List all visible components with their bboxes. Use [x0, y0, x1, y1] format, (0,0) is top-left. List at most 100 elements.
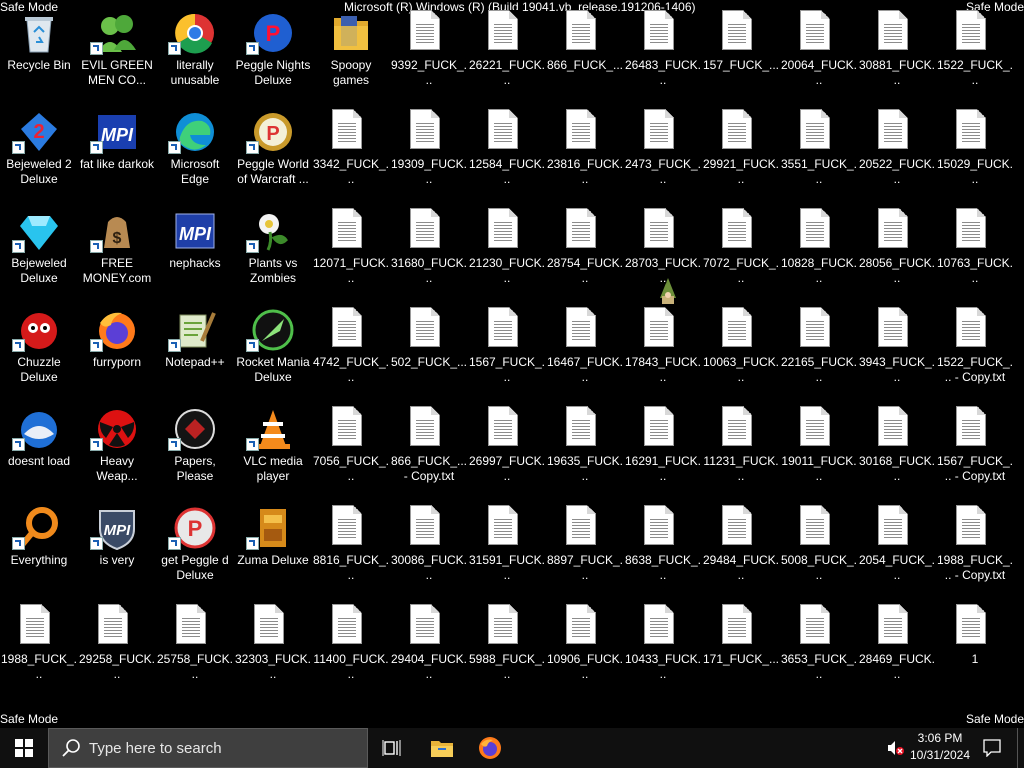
text-file-icon-item[interactable]: 31680_FUCK...	[390, 200, 468, 292]
desktop-shortcut[interactable]: MPI fat like darkok	[78, 101, 156, 193]
text-file-icon-item[interactable]: 10828_FUCK...	[780, 200, 858, 292]
text-file-icon-item[interactable]: 866_FUCK_...	[546, 2, 624, 94]
text-file-icon-item[interactable]: 502_FUCK_...	[390, 299, 468, 391]
text-file-icon-item[interactable]: 171_FUCK_...	[702, 596, 780, 688]
desktop-shortcut[interactable]: Zuma Deluxe	[234, 497, 312, 589]
text-file-icon-item[interactable]: 8816_FUCK_...	[312, 497, 390, 589]
desktop-shortcut[interactable]: Chuzzle Deluxe	[0, 299, 78, 391]
text-file-icon-item[interactable]: 3	[1014, 299, 1024, 391]
desktop-shortcut[interactable]: P Peggle Nights Deluxe	[234, 2, 312, 94]
desktop-shortcut[interactable]: Pget Peggle d Deluxe	[156, 497, 234, 589]
text-file-icon-item[interactable]: 12071_FUCK...	[312, 200, 390, 292]
text-file-icon-item[interactable]: 2054_FUCK_...	[858, 497, 936, 589]
text-file-icon-item[interactable]: 1567_FUCK_... - Copy.txt	[936, 398, 1014, 490]
desktop-shortcut[interactable]: Notepad++	[156, 299, 234, 391]
text-file-icon-item[interactable]: 2473_FUCK_...	[624, 101, 702, 193]
text-file-icon-item[interactable]: 8897_FUCK_...	[546, 497, 624, 589]
text-file-icon-item[interactable]: 17843_FUCK...	[624, 299, 702, 391]
text-file-icon-item[interactable]: 28754_FUCK...	[546, 200, 624, 292]
desktop-shortcut[interactable]: P Peggle World of Warcraft ...	[234, 101, 312, 193]
text-file-icon-item[interactable]: 10433_FUCK...	[624, 596, 702, 688]
text-file-icon-item[interactable]: 8638_FUCK_...	[624, 497, 702, 589]
text-file-icon-item[interactable]: 1988_FUCK_...	[0, 596, 78, 688]
desktop-shortcut[interactable]: Heavy Weap...	[78, 398, 156, 490]
text-file-icon-item[interactable]: 32303_FUCK...	[234, 596, 312, 688]
text-file-icon-item[interactable]: 26997_FUCK...	[468, 398, 546, 490]
text-file-icon-item[interactable]: 28703_FUCK...	[624, 200, 702, 292]
desktop-shortcut[interactable]: Papers, Please	[156, 398, 234, 490]
text-file-icon-item[interactable]: 12584_FUCK...	[468, 101, 546, 193]
text-file-icon-item[interactable]: 2	[1014, 398, 1024, 490]
text-file-icon-item[interactable]: 5988_FUCK_...	[468, 596, 546, 688]
text-file-icon-item[interactable]: 3	[1014, 200, 1024, 292]
text-file-icon-item[interactable]: 25758_FUCK...	[156, 596, 234, 688]
text-file-icon-item[interactable]: 30086_FUCK...	[390, 497, 468, 589]
text-file-icon-item[interactable]: 3	[1014, 101, 1024, 193]
text-file-icon-item[interactable]: 26221_FUCK...	[468, 2, 546, 94]
desktop-shortcut[interactable]: EVIL GREEN MEN CO...	[78, 2, 156, 94]
text-file-icon-item[interactable]: 1567_FUCK_...	[468, 299, 546, 391]
desktop-shortcut[interactable]: literally unusable	[156, 2, 234, 94]
text-file-icon-item[interactable]: 7072_FUCK_...	[702, 200, 780, 292]
text-file-icon-item[interactable]: 10763_FUCK...	[936, 200, 1014, 292]
text-file-icon-item[interactable]: 29258_FUCK...	[78, 596, 156, 688]
desktop-folder[interactable]: Spoopy games	[312, 2, 390, 94]
text-file-icon-item[interactable]: 29921_FUCK...	[702, 101, 780, 193]
text-file-icon-item[interactable]: 30881_FUCK...	[858, 2, 936, 94]
start-button[interactable]	[0, 728, 48, 768]
text-file-icon-item[interactable]: 29404_FUCK...	[390, 596, 468, 688]
text-file-icon-item[interactable]: 5008_FUCK_...	[780, 497, 858, 589]
firefox-taskbar-button[interactable]	[466, 728, 514, 768]
file-explorer-button[interactable]	[418, 728, 466, 768]
search-box[interactable]: Type here to search	[48, 728, 368, 768]
text-file-icon-item[interactable]: 23816_FUCK...	[546, 101, 624, 193]
text-file-icon-item[interactable]: 22165_FUCK...	[780, 299, 858, 391]
text-file-icon-item[interactable]: 10063_FUCK...	[702, 299, 780, 391]
desktop-shortcut[interactable]: MPI is very	[78, 497, 156, 589]
desktop-shortcut[interactable]: Bejeweled Deluxe	[0, 200, 78, 292]
text-file-icon-item[interactable]: 16291_FUCK...	[624, 398, 702, 490]
action-center-button[interactable]	[978, 728, 1006, 768]
text-file-icon-item[interactable]: 2	[1014, 2, 1024, 94]
text-file-icon-item[interactable]: 11400_FUCK...	[312, 596, 390, 688]
text-file-icon-item[interactable]: 9392_FUCK_...	[390, 2, 468, 94]
desktop-shortcut[interactable]: Plants vs Zombies	[234, 200, 312, 292]
text-file-icon-item[interactable]: 28469_FUCK...	[858, 596, 936, 688]
text-file-icon-item[interactable]: 11231_FUCK...	[702, 398, 780, 490]
text-file-icon-item[interactable]: 26483_FUCK...	[624, 2, 702, 94]
desktop-shortcut[interactable]: 2 Bejeweled 2 Deluxe	[0, 101, 78, 193]
show-desktop-button[interactable]	[1017, 728, 1024, 768]
text-file-icon-item[interactable]: 19011_FUCK...	[780, 398, 858, 490]
text-file-icon-item[interactable]: 28056_FUCK...	[858, 200, 936, 292]
task-view-button[interactable]	[368, 728, 416, 768]
text-file-icon-item[interactable]: 29484_FUCK...	[702, 497, 780, 589]
text-file-icon-item[interactable]: 3551_FUCK_...	[780, 101, 858, 193]
desktop-shortcut[interactable]: Rocket Mania Deluxe	[234, 299, 312, 391]
text-file-icon-item[interactable]: 20522_FUCK...	[858, 101, 936, 193]
text-file-icon-item[interactable]: 15029_FUCK...	[936, 101, 1014, 193]
text-file-icon-item[interactable]: 157_FUCK_...	[702, 2, 780, 94]
desktop-shortcut[interactable]: Everything	[0, 497, 78, 589]
text-file-icon-item[interactable]: 31591_FUCK...	[468, 497, 546, 589]
text-file-icon-item[interactable]: 7056_FUCK_...	[312, 398, 390, 490]
text-file-icon-item[interactable]: 866_FUCK_... - Copy.txt	[390, 398, 468, 490]
taskbar-clock[interactable]: 3:06 PM 10/31/2024	[908, 730, 972, 764]
text-file-icon-item[interactable]: 21230_FUCK...	[468, 200, 546, 292]
text-file-icon-item[interactable]: 19309_FUCK...	[390, 101, 468, 193]
text-file-icon-item[interactable]: 1988_FUCK_... - Copy.txt	[936, 497, 1014, 589]
text-file-icon-item[interactable]: 19635_FUCK...	[546, 398, 624, 490]
desktop-shortcut[interactable]: MPI nephacks	[156, 200, 234, 292]
text-file-icon-item[interactable]: 3	[1014, 497, 1024, 589]
text-file-icon-item[interactable]: 1522_FUCK_... - Copy.txt	[936, 299, 1014, 391]
text-file-icon-item[interactable]: 3653_FUCK_...	[780, 596, 858, 688]
text-file-icon-item[interactable]: 30168_FUCK...	[858, 398, 936, 490]
text-file-icon-item[interactable]: 16467_FUCK...	[546, 299, 624, 391]
text-file-icon-item[interactable]: 10906_FUCK...	[546, 596, 624, 688]
desktop-shortcut[interactable]: Recycle Bin	[0, 2, 78, 94]
desktop-shortcut[interactable]: $ FREE MONEY.com	[78, 200, 156, 292]
text-file-icon-item[interactable]: 3943_FUCK_...	[858, 299, 936, 391]
text-file-icon-item[interactable]: 1522_FUCK_...	[936, 2, 1014, 94]
text-file-icon-item[interactable]: 4742_FUCK_...	[312, 299, 390, 391]
desktop-shortcut[interactable]: furryporn	[78, 299, 156, 391]
desktop-shortcut[interactable]: VLC media player	[234, 398, 312, 490]
